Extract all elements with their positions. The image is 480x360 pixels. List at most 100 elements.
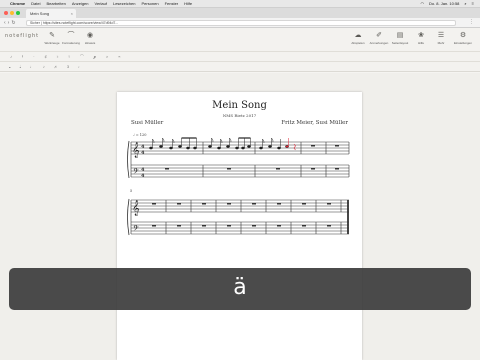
duration-whole-icon[interactable]: 𝅝: [9, 64, 11, 69]
menu-bearbeiten[interactable]: Bearbeiten: [46, 1, 65, 6]
tools-label: Werkzeuge: [44, 41, 60, 45]
brush-icon: ✐: [376, 32, 382, 39]
duration-half-icon[interactable]: 𝅗𝅥: [20, 64, 21, 69]
palette-fermata-icon[interactable]: 𝄐: [118, 54, 120, 59]
system-1-brace: [127, 140, 130, 179]
palette-natural-icon[interactable]: ♮: [68, 54, 69, 59]
duration-palette-row: 𝅝 𝅗𝅥 ♩ ♪ ♬ 3 𝆕: [0, 62, 480, 72]
system-1-barlines: [130, 142, 350, 177]
lyricist[interactable]: Susi Müller: [131, 120, 163, 126]
duration-grace-icon[interactable]: 𝆕: [78, 64, 79, 69]
menu-chrome[interactable]: Chrome: [10, 1, 25, 6]
play-label: Abspielen: [351, 41, 365, 45]
settings-button[interactable]: ⚙ Einstellungen: [452, 31, 474, 49]
nav-buttons: ‹›↻: [4, 20, 18, 26]
bass-clef-icon: 𝄢: [133, 167, 139, 178]
minimize-window-icon[interactable]: [10, 11, 14, 15]
palette-articulation-icon[interactable]: >: [106, 54, 108, 59]
tab-title: Mein Song: [30, 11, 50, 16]
menu-hilfe[interactable]: Hilfe: [184, 1, 192, 6]
page-layout-button[interactable]: ▤ Seitenlayout: [389, 31, 411, 49]
time-sig-bottom: 4: [141, 150, 145, 156]
song-title[interactable]: Mein Song: [117, 100, 362, 111]
measure-1-notes[interactable]: [149, 137, 197, 150]
more-button[interactable]: ☰ Mehr: [430, 31, 452, 49]
app-toolbar: noteflight ✎ Werkzeuge ⌒ Formatierung ◉ …: [0, 28, 480, 52]
more-icon: ☰: [437, 32, 445, 39]
measure-2-notes[interactable]: [208, 137, 251, 150]
menubar-status: ◠ Do. 8. Jan. 10:58 ⌕ ≡: [420, 1, 474, 6]
composer[interactable]: Fritz Meier, Susi Müller: [281, 120, 348, 126]
menu-datei[interactable]: Datei: [31, 1, 40, 6]
palette-flat-icon[interactable]: ♭: [57, 54, 59, 59]
reload-icon[interactable]: ↻: [11, 20, 17, 26]
duration-sixteenth-icon[interactable]: ♬: [54, 64, 58, 69]
duration-quarter-icon[interactable]: ♩: [30, 64, 34, 69]
menu-lesezeichen[interactable]: Lesezeichen: [113, 1, 135, 6]
noteflight-logo: noteflight: [5, 33, 40, 39]
system-2-barlines: [130, 200, 349, 234]
more-label: Mehr: [437, 41, 445, 45]
measure-3-notes[interactable]: [259, 137, 289, 150]
system-2-brace: [127, 198, 130, 236]
bass-clef-2-icon: 𝄢: [133, 224, 139, 235]
settings-icon: ⚙: [459, 32, 467, 39]
annotations-label: Anmerkungen: [369, 41, 389, 45]
overlay-character: ä: [233, 275, 247, 300]
song-subtitle[interactable]: NMS Rietz 2017: [117, 113, 362, 118]
mac-menubar: Chrome Datei Bearbeiten Anzeigen Verlauf…: [0, 0, 480, 8]
browser-menu-icon[interactable]: ⋮: [469, 19, 474, 25]
system-2-whole-rests: [152, 203, 331, 227]
measure-number: 5: [130, 189, 133, 193]
palette-sharp-icon[interactable]: ♯: [45, 54, 47, 59]
record-icon: ◉: [86, 32, 94, 39]
keystroke-overlay: ä: [9, 268, 471, 310]
browser-tabbar: Mein Song ×: [0, 8, 480, 18]
palette-dot-icon[interactable]: ·: [33, 54, 34, 59]
page-layout-label: Seitenlayout: [391, 41, 409, 45]
search-icon[interactable]: ⌕: [464, 1, 466, 6]
play-button[interactable]: ☁ Abspielen: [347, 31, 369, 49]
hint-button[interactable]: ◉ Hinweis: [79, 31, 101, 49]
palette-note-icon[interactable]: ♪: [10, 54, 12, 59]
treble-clef-icon: 𝄞: [132, 143, 140, 158]
clock[interactable]: Do. 8. Jan. 10:58: [429, 1, 459, 6]
browser-tab[interactable]: Mein Song ×: [26, 9, 76, 18]
wifi-icon[interactable]: ◠: [420, 1, 424, 6]
help-label: Hilfe: [417, 41, 424, 45]
menu-fenster[interactable]: Fenster: [165, 1, 179, 6]
duration-eighth-icon[interactable]: ♪: [43, 64, 45, 69]
score-notation[interactable]: 𝄞 𝄢 4 4 4 4 𝄞 𝄢: [117, 92, 362, 360]
palette-dynamics-icon[interactable]: 𝆏: [94, 54, 96, 59]
help-button[interactable]: ❀ Hilfe: [410, 31, 432, 49]
page-icon: ▤: [396, 32, 404, 39]
note-palette-row: ♪ 𝄽 · ♯ ♭ ♮ ⌒ 𝆏 > 𝄐: [0, 52, 480, 62]
score-page[interactable]: 𝄞 𝄢 4 4 4 4 𝄞 𝄢 Mein Song NMS Rietz 2017…: [117, 92, 362, 360]
palette-rest-icon[interactable]: 𝄽: [22, 54, 23, 59]
tempo-marking[interactable]: ♩ = 120: [133, 133, 147, 137]
window-controls: [4, 11, 20, 15]
duration-triplet-icon[interactable]: 3: [67, 64, 69, 69]
formatting-label: Formatierung: [62, 41, 80, 45]
whole-rests: [165, 145, 339, 170]
hint-label: Hinweis: [84, 41, 96, 45]
close-window-icon[interactable]: [4, 11, 8, 15]
url-field[interactable]: Sicher | https://sites.noteflight.com/sc…: [26, 20, 456, 26]
annotations-button[interactable]: ✐ Anmerkungen: [368, 31, 390, 49]
settings-label: Einstellungen: [453, 41, 472, 45]
bass-time-sig-bottom: 4: [141, 173, 145, 179]
palette-tie-icon[interactable]: ⌒: [80, 54, 84, 60]
menu-anzeigen[interactable]: Anzeigen: [72, 1, 89, 6]
close-tab-icon[interactable]: ×: [71, 11, 73, 16]
browser-addressbar: ‹›↻ Sicher | https://sites.noteflight.co…: [0, 18, 480, 28]
maximize-window-icon[interactable]: [16, 11, 20, 15]
menu-list-icon[interactable]: ≡: [472, 1, 474, 6]
help-icon: ❀: [418, 32, 424, 39]
system-1-treble-staff: [131, 141, 349, 155]
cloud-icon: ☁: [354, 32, 362, 39]
menu-verlauf[interactable]: Verlauf: [95, 1, 107, 6]
menu-personen[interactable]: Personen: [141, 1, 158, 6]
screen: Chrome Datei Bearbeiten Anzeigen Verlauf…: [0, 0, 480, 360]
treble-clef-2-icon: 𝄞: [132, 201, 140, 216]
system-1-bass-staff: [131, 164, 349, 178]
